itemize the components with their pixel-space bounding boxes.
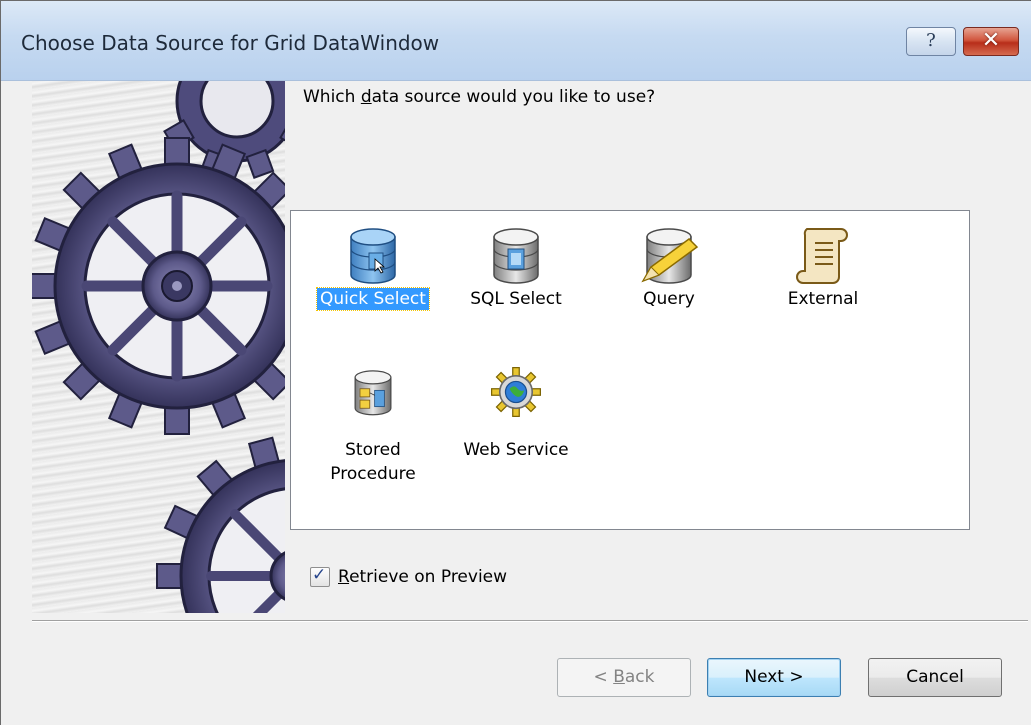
prompt-text-end: ata source would you like to use? xyxy=(371,87,656,107)
back-prefix: < xyxy=(593,667,614,687)
checkmark-icon: ✓ xyxy=(312,565,327,585)
close-button[interactable]: ✕ xyxy=(963,27,1019,56)
title-bar[interactable]: Choose Data Source for Grid DataWindow ?… xyxy=(1,1,1031,81)
data-source-prompt: Which data source would you like to use? xyxy=(303,87,655,107)
data-source-web-service[interactable]: Web Service xyxy=(441,366,591,466)
retrieve-on-preview-checkbox[interactable]: ✓ xyxy=(310,565,330,587)
cancel-button[interactable]: Cancel xyxy=(868,658,1002,697)
web-service-globe-icon xyxy=(491,367,541,417)
data-source-label-line2: Procedure xyxy=(330,464,416,484)
data-source-label: SQL Select xyxy=(470,289,562,309)
data-source-label: External xyxy=(787,289,859,309)
gears-icon xyxy=(32,81,285,613)
window-title: Choose Data Source for Grid DataWindow xyxy=(21,31,440,55)
data-source-label: Query xyxy=(643,289,695,309)
retrieve-accelerator: R xyxy=(338,567,350,587)
dialog-window: Choose Data Source for Grid DataWindow ?… xyxy=(0,0,1031,725)
close-icon: ✕ xyxy=(981,28,1001,53)
data-source-query[interactable]: Query xyxy=(594,223,744,323)
prompt-text-start: Which xyxy=(303,87,361,107)
data-source-sql-select[interactable]: SQL Select xyxy=(441,223,591,323)
data-source-label: Quick Select xyxy=(298,287,448,311)
retrieve-label-rest: etrieve on Preview xyxy=(349,567,508,587)
query-database-pencil-icon xyxy=(641,228,699,284)
help-button[interactable]: ? xyxy=(906,27,956,56)
sql-select-database-icon xyxy=(493,228,539,284)
separator xyxy=(32,620,1028,622)
gears-illustration xyxy=(32,81,285,613)
back-rest: ack xyxy=(624,667,655,687)
data-source-external[interactable]: External xyxy=(748,223,898,323)
retrieve-on-preview-label[interactable]: Retrieve on Preview xyxy=(338,565,507,589)
help-icon: ? xyxy=(926,30,936,51)
back-button[interactable]: < Back xyxy=(557,658,691,697)
stored-procedure-database-icon xyxy=(354,370,392,416)
prompt-accelerator: d xyxy=(360,87,372,107)
quick-select-database-icon xyxy=(350,228,396,284)
data-source-quick-select[interactable]: Quick Select xyxy=(298,223,448,323)
next-button[interactable]: Next > xyxy=(707,658,841,697)
data-source-label: Web Service xyxy=(463,440,569,460)
external-scroll-icon xyxy=(796,228,848,284)
data-source-label-line1: Stored xyxy=(345,440,401,460)
data-source-list[interactable]: Quick Select SQL Select Query External S… xyxy=(290,210,970,530)
back-accelerator: B xyxy=(613,667,625,687)
data-source-stored-procedure[interactable]: Stored Procedure xyxy=(298,366,448,491)
